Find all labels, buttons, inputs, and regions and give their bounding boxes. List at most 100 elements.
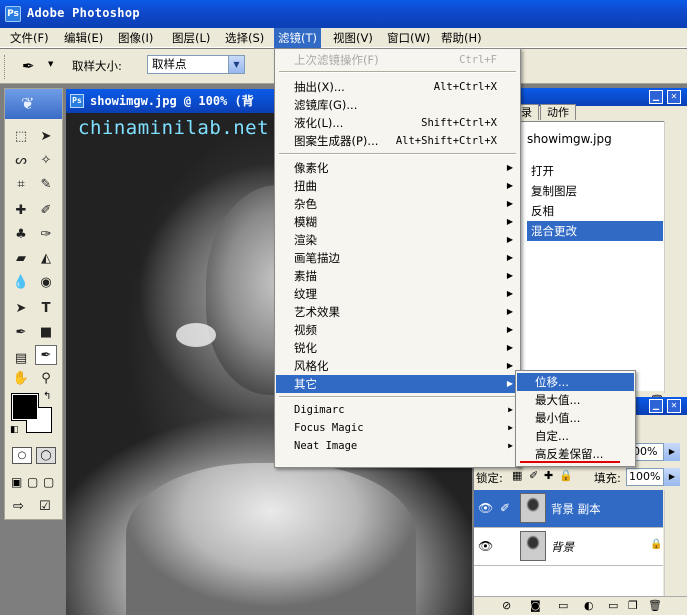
- trash-icon[interactable]: 🗑: [648, 599, 662, 612]
- menu-item-render[interactable]: 渲染 ▶: [276, 231, 519, 249]
- tab-actions[interactable]: 动作: [540, 104, 576, 120]
- blur-tool-icon[interactable]: 💧: [10, 273, 32, 293]
- fill-field[interactable]: 100%: [626, 468, 664, 486]
- history-scrollbar[interactable]: [664, 121, 680, 393]
- layer-mask-icon[interactable]: ▭: [558, 599, 568, 612]
- new-group-icon[interactable]: ▭: [608, 599, 618, 612]
- quick-mask-mode-icon[interactable]: ◯: [36, 447, 56, 464]
- close-icon[interactable]: ✕: [667, 399, 681, 413]
- pen-tool-icon[interactable]: ✒: [10, 323, 32, 343]
- menu-item-noise[interactable]: 杂色 ▶: [276, 195, 519, 213]
- jump-to-imageready-icon[interactable]: ⇨: [13, 499, 24, 514]
- paint-bucket-tool-icon[interactable]: ◭: [35, 249, 57, 269]
- new-layer-icon[interactable]: ❐: [628, 599, 638, 612]
- path-selection-tool-icon[interactable]: ➤: [10, 299, 32, 319]
- crop-tool-icon[interactable]: ⌗: [10, 175, 32, 195]
- standard-mode-icon[interactable]: ○: [12, 447, 32, 464]
- zoom-tool-icon[interactable]: ⚲: [35, 369, 57, 389]
- lock-all-icon[interactable]: 🔒: [559, 469, 573, 482]
- menu-help[interactable]: 帮助(H): [437, 28, 486, 48]
- menu-item-digimarc[interactable]: Digimarc ▶: [276, 401, 519, 419]
- menu-item-pattern-maker[interactable]: 图案生成器(P)... Alt+Shift+Ctrl+X: [276, 132, 519, 150]
- submenu-item-minimum[interactable]: 最小值...: [517, 409, 634, 427]
- screen-mode-1-icon[interactable]: ▣: [11, 475, 22, 489]
- layer-style-icon[interactable]: ◙: [530, 599, 541, 612]
- eye-icon[interactable]: 👁: [478, 539, 493, 553]
- foreground-color-front[interactable]: [12, 394, 38, 420]
- imageready-icon[interactable]: ☑: [39, 499, 51, 514]
- clone-stamp-tool-icon[interactable]: ♣: [10, 225, 32, 245]
- eyedropper-tool-icon[interactable]: ✒: [35, 345, 57, 365]
- dodge-tool-icon[interactable]: ◉: [35, 273, 57, 293]
- swap-colors-icon[interactable]: ↰: [43, 391, 51, 402]
- menu-item-brush-strokes[interactable]: 画笔描边 ▶: [276, 249, 519, 267]
- menu-window[interactable]: 窗口(W): [383, 28, 434, 48]
- menu-item-video[interactable]: 视频 ▶: [276, 321, 519, 339]
- magic-wand-tool-icon[interactable]: ✧: [35, 151, 57, 171]
- lasso-tool-icon[interactable]: ᔕ: [10, 151, 32, 171]
- menu-item-sharpen[interactable]: 锐化 ▶: [276, 339, 519, 357]
- menu-item-distort[interactable]: 扭曲 ▶: [276, 177, 519, 195]
- chevron-right-icon[interactable]: ▶: [664, 468, 680, 486]
- menu-item-texture[interactable]: 纹理 ▶: [276, 285, 519, 303]
- minimize-icon[interactable]: ▁: [649, 399, 663, 413]
- default-colors-icon[interactable]: ◧: [10, 425, 19, 435]
- menu-item-stylize[interactable]: 风格化 ▶: [276, 357, 519, 375]
- chevron-right-icon[interactable]: ▶: [664, 443, 680, 461]
- menu-item-focus-magic[interactable]: Focus Magic ▶: [276, 419, 519, 437]
- eyedropper-icon[interactable]: ✒: [22, 57, 35, 75]
- healing-brush-tool-icon[interactable]: ✚: [10, 201, 32, 221]
- menu-view[interactable]: 视图(V): [329, 28, 377, 48]
- chevron-down-icon[interactable]: ▼: [228, 56, 244, 73]
- notes-tool-icon[interactable]: ▤: [10, 349, 32, 369]
- eye-icon[interactable]: 👁: [478, 501, 493, 515]
- history-item-open[interactable]: 打开: [527, 161, 663, 181]
- hand-tool-icon[interactable]: ✋: [10, 369, 32, 389]
- history-snapshot[interactable]: showimgw.jpg: [520, 121, 664, 161]
- menu-filter[interactable]: 滤镜(T): [274, 28, 321, 48]
- tool-preset-chevron-icon[interactable]: ▼: [48, 60, 53, 68]
- move-tool-icon[interactable]: ➤: [35, 127, 57, 147]
- close-icon[interactable]: ✕: [667, 90, 681, 104]
- menu-item-neat-image[interactable]: Neat Image ▶: [276, 437, 519, 455]
- menu-item-blur[interactable]: 模糊 ▶: [276, 213, 519, 231]
- menu-image[interactable]: 图像(I): [114, 28, 157, 48]
- history-item-invert[interactable]: 反相: [527, 201, 663, 221]
- menu-file[interactable]: 文件(F): [6, 28, 53, 48]
- history-item-blend-change[interactable]: 混合更改: [527, 221, 663, 241]
- slice-tool-icon[interactable]: ✎: [35, 175, 57, 195]
- layer-row[interactable]: 👁 背景 🔒: [474, 528, 663, 566]
- lock-pixels-icon[interactable]: ✐: [529, 469, 538, 482]
- menu-layer[interactable]: 图层(L): [168, 28, 214, 48]
- menu-item-liquify[interactable]: 液化(L)... Shift+Ctrl+X: [276, 114, 519, 132]
- layer-row[interactable]: 👁 ✐ 背景 副本: [474, 490, 663, 528]
- rectangle-tool-icon[interactable]: ■: [35, 323, 57, 343]
- menu-item-extract[interactable]: 抽出(X)... Alt+Ctrl+X: [276, 78, 519, 96]
- layer-name[interactable]: 背景 副本: [551, 501, 601, 517]
- menu-edit[interactable]: 编辑(E): [60, 28, 107, 48]
- layers-scrollbar[interactable]: [664, 490, 680, 598]
- submenu-item-custom[interactable]: 自定...: [517, 427, 634, 445]
- menu-item-sketch[interactable]: 素描 ▶: [276, 267, 519, 285]
- menu-item-artistic[interactable]: 艺术效果 ▶: [276, 303, 519, 321]
- brush-tool-icon[interactable]: ✐: [35, 201, 57, 221]
- lock-transparency-icon[interactable]: ▦: [512, 469, 522, 482]
- lock-position-icon[interactable]: ✚: [544, 469, 553, 482]
- sample-size-select[interactable]: 取样点 ▼: [147, 55, 245, 74]
- menu-item-filter-gallery[interactable]: 滤镜库(G)...: [276, 96, 519, 114]
- link-icon[interactable]: ⊘: [502, 599, 511, 612]
- submenu-item-offset[interactable]: 位移...: [517, 373, 634, 391]
- options-bar-grip[interactable]: [4, 55, 7, 79]
- screen-mode-2-icon[interactable]: ▢: [27, 475, 38, 489]
- submenu-item-maximum[interactable]: 最大值...: [517, 391, 634, 409]
- marquee-tool-icon[interactable]: ⬚: [10, 127, 32, 147]
- menu-select[interactable]: 选择(S): [221, 28, 268, 48]
- history-brush-tool-icon[interactable]: ✑: [35, 225, 57, 245]
- layer-name[interactable]: 背景: [551, 539, 574, 555]
- adjustment-layer-icon[interactable]: ◐: [584, 599, 594, 612]
- eraser-tool-icon[interactable]: ▰: [10, 249, 32, 269]
- screen-mode-3-icon[interactable]: ▢: [43, 475, 54, 489]
- minimize-icon[interactable]: ▁: [649, 90, 663, 104]
- history-item-duplicate-layer[interactable]: 复制图层: [527, 181, 663, 201]
- type-tool-icon[interactable]: T: [35, 299, 57, 319]
